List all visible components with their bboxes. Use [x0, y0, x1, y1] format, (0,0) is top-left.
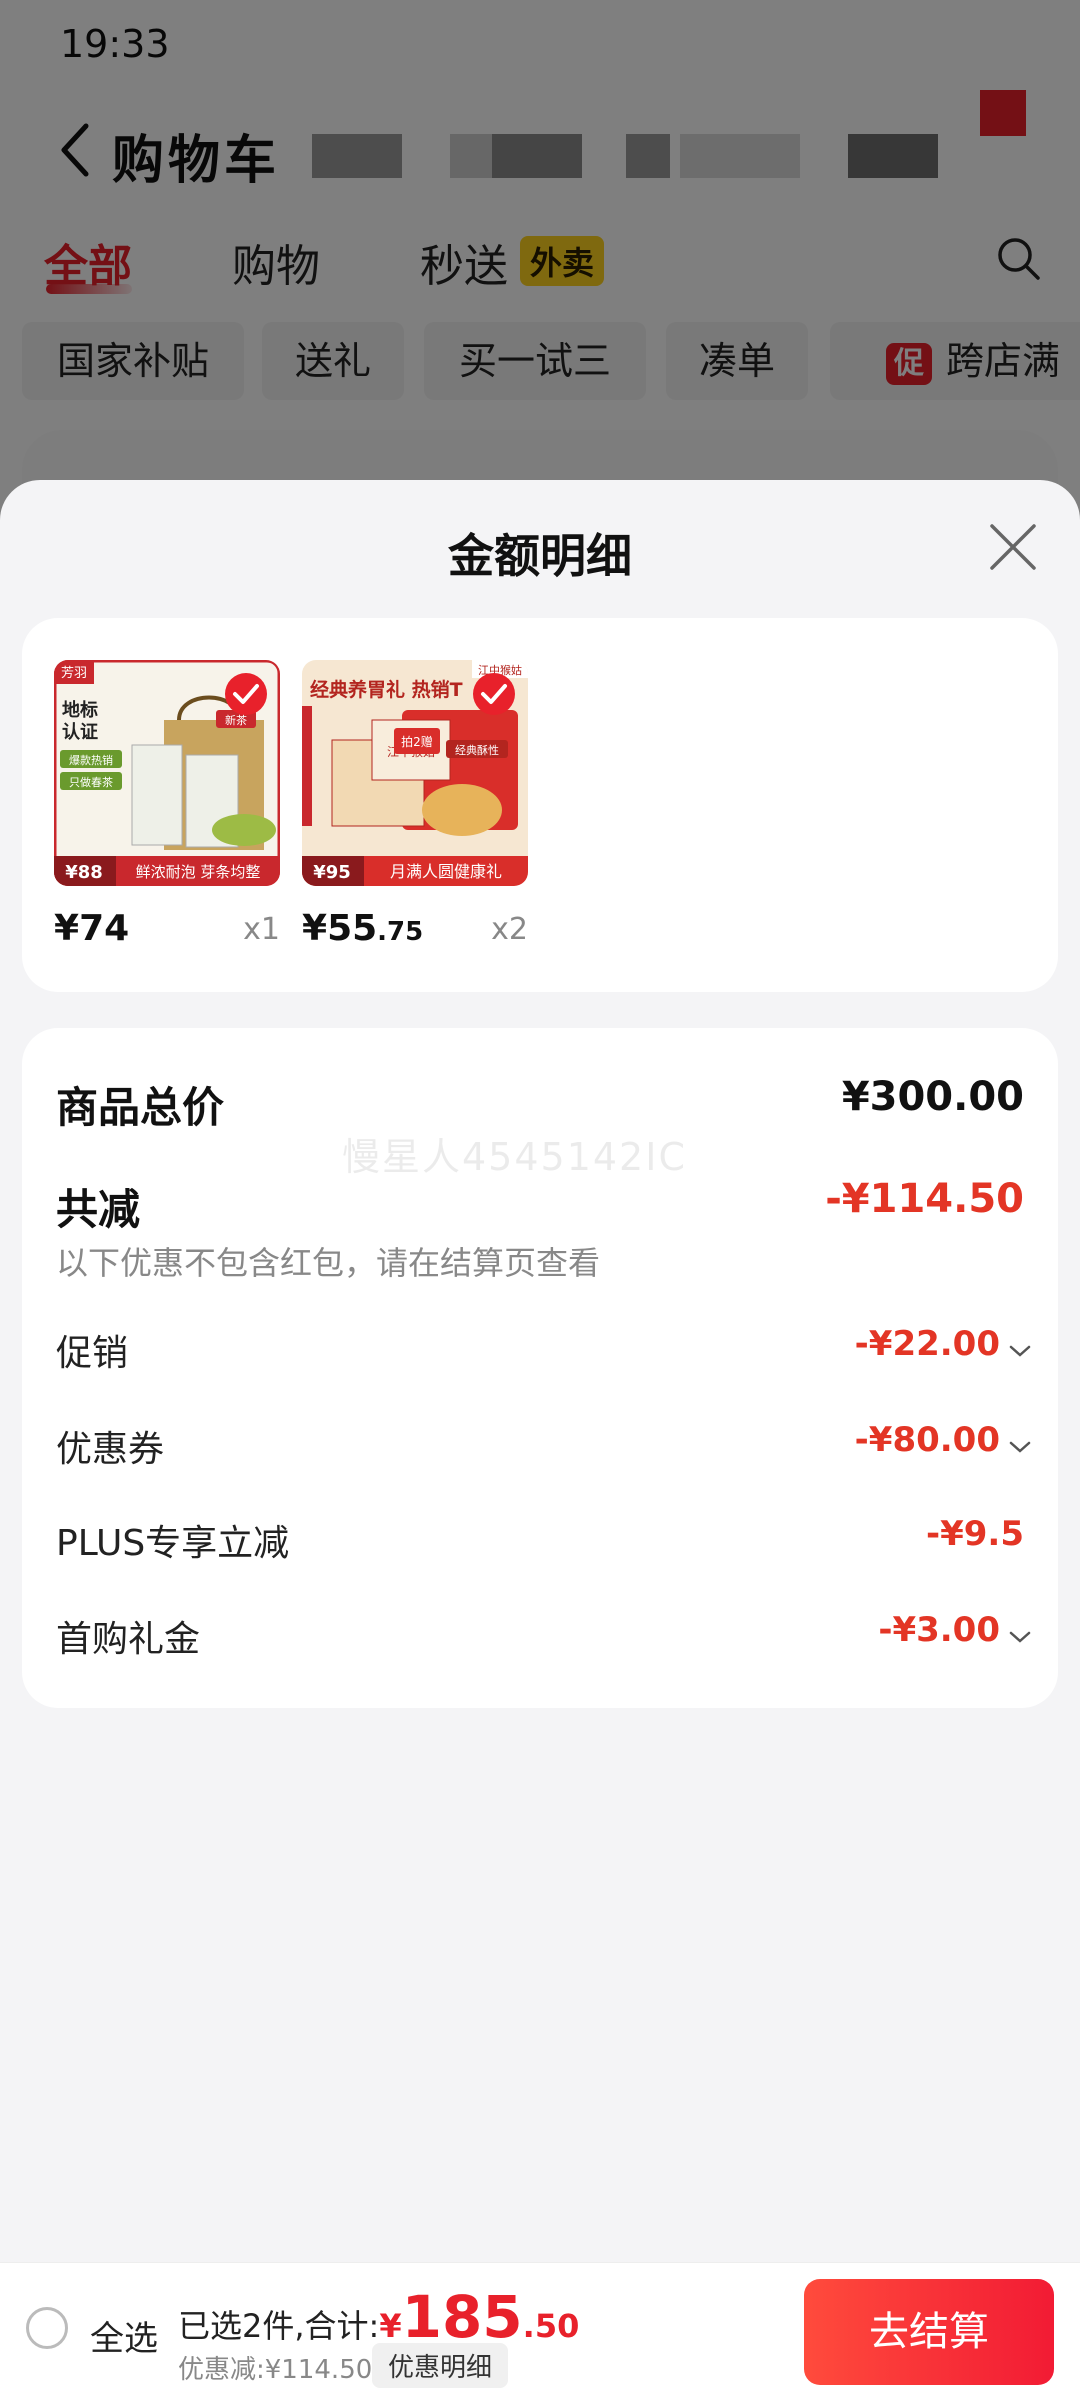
- product-qty: x2: [491, 912, 528, 947]
- discount-value: -¥3.00: [878, 1610, 1000, 1650]
- select-all-label[interactable]: 全选: [90, 2311, 158, 2360]
- chevron-down-icon: [1009, 1345, 1031, 1357]
- selected-count-text: 已选2件,合计:: [178, 2307, 380, 2345]
- discount-value-wrap: -¥80.00: [855, 1420, 1032, 1460]
- svg-text:经典酥性: 经典酥性: [455, 743, 499, 757]
- total-reduction-value: -¥114.50: [825, 1176, 1024, 1222]
- discount-label: PLUS专享立减: [56, 1523, 290, 1564]
- total-price-value: ¥300.00: [841, 1074, 1024, 1120]
- price-summary-card: 慢星人4545142IC 商品总价 ¥300.00 共减 -¥114.50 以下…: [22, 1028, 1058, 1708]
- svg-text:只做春茶: 只做春茶: [69, 775, 113, 789]
- svg-text:爆款热销: 爆款热销: [69, 753, 113, 767]
- total-reduction-label: 共减: [56, 1185, 141, 1234]
- watermark: 慢星人4545142IC: [342, 1135, 687, 1179]
- reduction-note: 以下优惠不包含红包，请在结算页查看: [56, 1244, 601, 1282]
- product-price: ¥55.75: [302, 908, 424, 949]
- checkout-button[interactable]: 去结算: [804, 2279, 1054, 2385]
- sheet-title: 金额明细: [448, 529, 632, 583]
- amount-detail-sheet: 金额明细 芳羽 地标 认证 爆款热销 只做春茶 ¥88 鲜浓耐泡 芽条均整 新茶…: [0, 480, 1080, 2400]
- svg-text:芳羽: 芳羽: [61, 666, 87, 681]
- product-qty: x1: [243, 912, 280, 947]
- svg-text:月满人圆健康礼: 月满人圆健康礼: [390, 862, 502, 881]
- svg-text:拍2赠: 拍2赠: [401, 734, 433, 749]
- close-icon[interactable]: [988, 522, 1038, 572]
- total-amount-int: 185: [401, 2283, 523, 2351]
- total-currency: ¥: [379, 2307, 402, 2345]
- products-card: 芳羽 地标 认证 爆款热销 只做春茶 ¥88 鲜浓耐泡 芽条均整 新茶 ¥74 …: [22, 618, 1058, 992]
- svg-text:经典养胃礼 热销T: 经典养胃礼 热销T: [310, 678, 463, 701]
- total-price-label: 商品总价: [56, 1083, 225, 1132]
- product-price: ¥74: [54, 908, 130, 949]
- svg-text:鲜浓耐泡 芽条均整: 鲜浓耐泡 芽条均整: [136, 863, 261, 881]
- total-amount-dec: .50: [522, 2307, 580, 2345]
- checkout-bar: 全选 已选2件,合计:¥185.50 优惠减:¥114.50 优惠明细 去结算: [0, 2262, 1080, 2401]
- discount-label: 促销: [56, 1333, 129, 1374]
- selected-check-icon: [225, 673, 267, 715]
- svg-text:¥88: ¥88: [65, 862, 103, 883]
- discount-detail-button[interactable]: 优惠明细: [372, 2343, 509, 2388]
- select-all-radio[interactable]: [26, 2307, 68, 2349]
- selected-summary: 已选2件,合计:¥185.50: [178, 2283, 579, 2351]
- selected-check-icon: [473, 673, 515, 715]
- discount-value: -¥9.5: [926, 1514, 1024, 1554]
- svg-text:¥95: ¥95: [313, 862, 351, 883]
- discount-value: -¥80.00: [854, 1420, 1000, 1460]
- svg-text:认证: 认证: [62, 721, 98, 743]
- discount-value: -¥22.00: [854, 1324, 1000, 1364]
- discount-summary: 优惠减:¥114.50: [178, 2355, 373, 2385]
- svg-text:地标: 地标: [62, 699, 98, 721]
- discount-value-wrap: -¥22.00: [855, 1324, 1032, 1364]
- discount-label: 首购礼金: [56, 1619, 201, 1660]
- chevron-down-icon: [1009, 1631, 1031, 1643]
- discount-value-wrap: -¥3.00: [878, 1610, 1032, 1650]
- chevron-down-icon: [1009, 1441, 1031, 1453]
- discount-label: 优惠券: [56, 1429, 165, 1470]
